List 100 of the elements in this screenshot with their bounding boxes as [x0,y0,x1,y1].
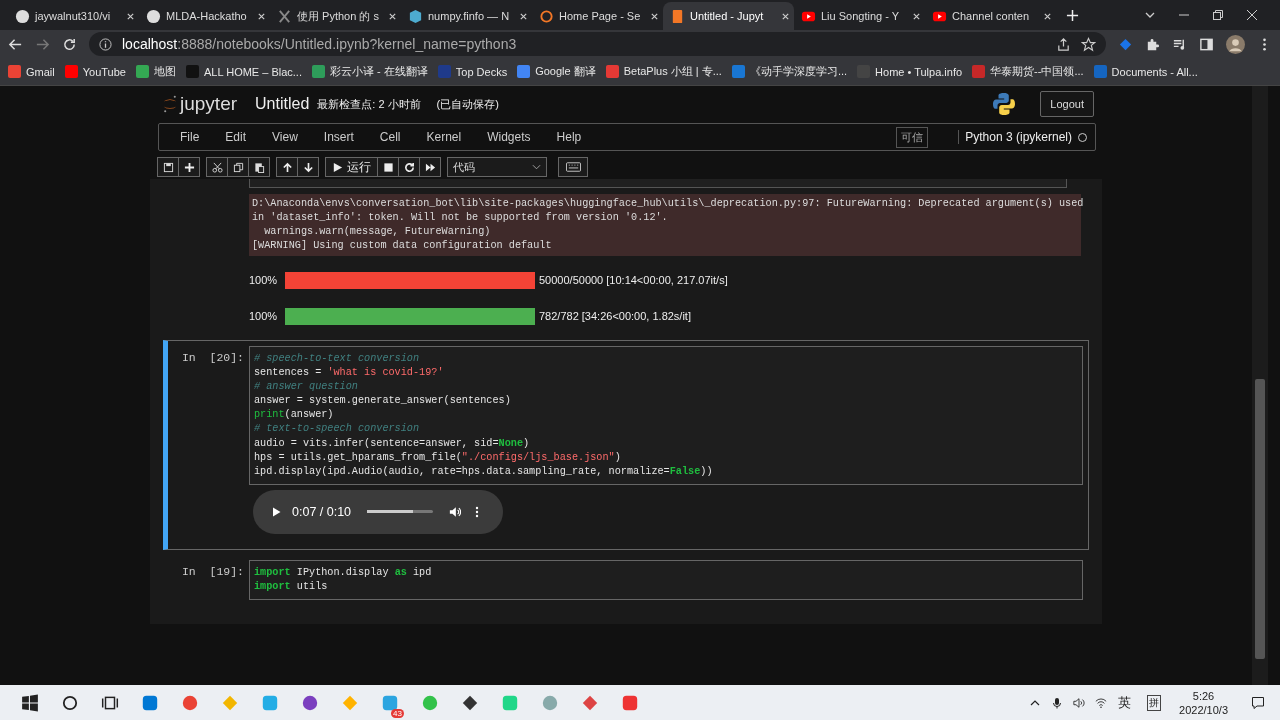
code-line: # answer question [254,380,359,395]
app-icon[interactable] [301,693,319,712]
browser-tab[interactable]: 使用 Python 的 s [270,2,401,30]
bookmark[interactable]: Google 翻译 [517,64,596,79]
bookmark[interactable]: Documents - All... [1093,65,1198,78]
star-icon[interactable] [1081,36,1096,52]
close-icon[interactable] [257,11,266,21]
jupyter-logo-text[interactable]: jupyter [180,93,238,115]
extension-icon[interactable] [1118,36,1133,52]
add-cell-button[interactable] [178,157,200,177]
play-icon[interactable] [270,505,282,518]
windows-start-icon[interactable] [21,693,39,712]
close-icon[interactable] [781,11,790,21]
stop-button[interactable] [377,157,399,177]
close-icon[interactable] [388,11,397,21]
side-panel-icon[interactable] [1199,36,1214,52]
fast-forward-button[interactable] [419,157,441,177]
notebook-cell[interactable]: In [19]: import IPython.display as ipd import utils [163,553,1089,607]
paste-button[interactable] [248,157,270,177]
wifi-icon[interactable] [1095,696,1108,709]
puzzle-icon[interactable] [1145,36,1160,52]
circle-icon [15,8,30,24]
trusted-badge[interactable]: 可信 [896,126,929,148]
restart-button[interactable] [398,157,420,177]
copy-button[interactable] [227,157,249,177]
menu-item[interactable]: View [259,130,311,144]
new-tab-icon[interactable] [1066,9,1079,22]
browser-tab[interactable]: jaywalnut310/vi [8,2,139,30]
input-language[interactable]: 英 [1118,693,1132,712]
menu-item[interactable]: File [167,130,213,144]
bookmark[interactable]: 华泰期货--中国领... [972,64,1084,79]
scrollbar[interactable] [1252,86,1268,685]
code-input[interactable]: import IPython.display as ipd import utils [249,559,1083,601]
search-icon[interactable] [61,693,79,712]
menu-item[interactable]: Cell [366,130,414,144]
menu-item[interactable]: Help [543,130,595,144]
bookmark[interactable]: Top Decks [437,65,508,78]
cell-type-dropdown[interactable]: 代码 [447,157,547,177]
audio-seek-bar[interactable] [367,510,434,514]
browser-tab[interactable]: numpy.finfo — N [401,2,532,30]
copy-icon [232,161,244,173]
volume-icon[interactable] [449,505,462,518]
speaker-icon[interactable] [1073,696,1086,709]
menu-item[interactable]: Kernel [413,130,475,144]
ring-icon [539,8,554,24]
browser-tab[interactable]: Untitled - Jupyt [663,2,794,30]
move-down-button[interactable] [297,157,319,177]
menu-item[interactable]: Edit [212,130,260,144]
browser-tab[interactable]: MLDA-Hackatho [139,2,270,30]
keyboard-button[interactable] [558,157,588,177]
address-field[interactable]: localhost:8888/notebooks/Untitled.ipynb?kernel_name=python3 [89,32,1106,56]
input-mode[interactable]: 拼 [1147,694,1162,711]
autosave-status: (已自动保存) [436,96,499,112]
notebook-cell[interactable] [163,340,1089,550]
move-up-button[interactable] [276,157,298,177]
notification-icon[interactable] [1251,695,1265,710]
profile-avatar[interactable] [1226,34,1245,54]
bookmark[interactable]: YouTube [64,65,126,78]
cell-prompt: In [20]: [180,350,245,366]
bookmark[interactable]: ALL HOME – Blac... [185,65,302,78]
bookmark[interactable]: Home • Tulpa.info [857,65,963,78]
reload-icon[interactable] [62,36,77,52]
browser-tab[interactable]: Liu Songting - Y [794,2,925,30]
share-icon[interactable] [1056,36,1071,52]
notebook-title[interactable]: Untitled [255,95,310,113]
microphone-icon[interactable] [1051,696,1064,709]
plus-icon [183,161,195,173]
bookmark[interactable]: Gmail [8,65,55,78]
cut-button[interactable] [206,157,228,177]
browser-tab[interactable]: Home Page - Se [532,2,663,30]
save-icon [162,161,174,173]
run-button[interactable]: 运行 [325,157,378,177]
close-icon[interactable] [1246,9,1258,21]
bookmark[interactable]: 地图 [135,64,176,79]
book-icon [670,8,685,24]
close-icon[interactable] [519,11,528,21]
bookmark[interactable]: 《动手学深度学习... [731,64,848,79]
app-icon[interactable] [461,693,479,712]
clock-date[interactable]: 2022/10/3 [1179,702,1228,717]
bookmark[interactable]: 彩云小译 - 在线翻译 [312,64,428,79]
restart-icon [403,161,415,173]
logout-button[interactable]: Logout [1040,91,1094,117]
browser-tab[interactable]: Channel conten [925,2,1056,30]
bookmark[interactable]: BetaPlus 小组 | 专... [605,64,722,79]
caret-icon [532,164,541,170]
close-icon[interactable] [126,11,135,21]
menu-item[interactable]: Widgets [474,130,544,144]
close-icon[interactable] [650,11,659,21]
audio-player[interactable]: 0:07 / 0:10 [253,489,503,534]
code-line: ipd.display(ipd.Audio(audio, rate=hps.data.sampling_rate, normalize=False)) [254,464,714,479]
save-button[interactable] [157,157,179,177]
kernel-name[interactable]: Python 3 (ipykernel) [958,130,1072,144]
close-icon[interactable] [1043,11,1052,21]
menu-item[interactable]: Insert [310,130,367,144]
restore-icon[interactable] [1212,9,1224,21]
progress-info: 782/782 [34:26<00:00, 1.82s/it] [539,310,691,322]
code-line: sentences = 'what is covid-19?' [254,366,445,381]
info-icon[interactable] [99,37,112,51]
close-icon[interactable] [912,11,921,21]
clock-time[interactable]: 5:26 [1192,688,1215,703]
